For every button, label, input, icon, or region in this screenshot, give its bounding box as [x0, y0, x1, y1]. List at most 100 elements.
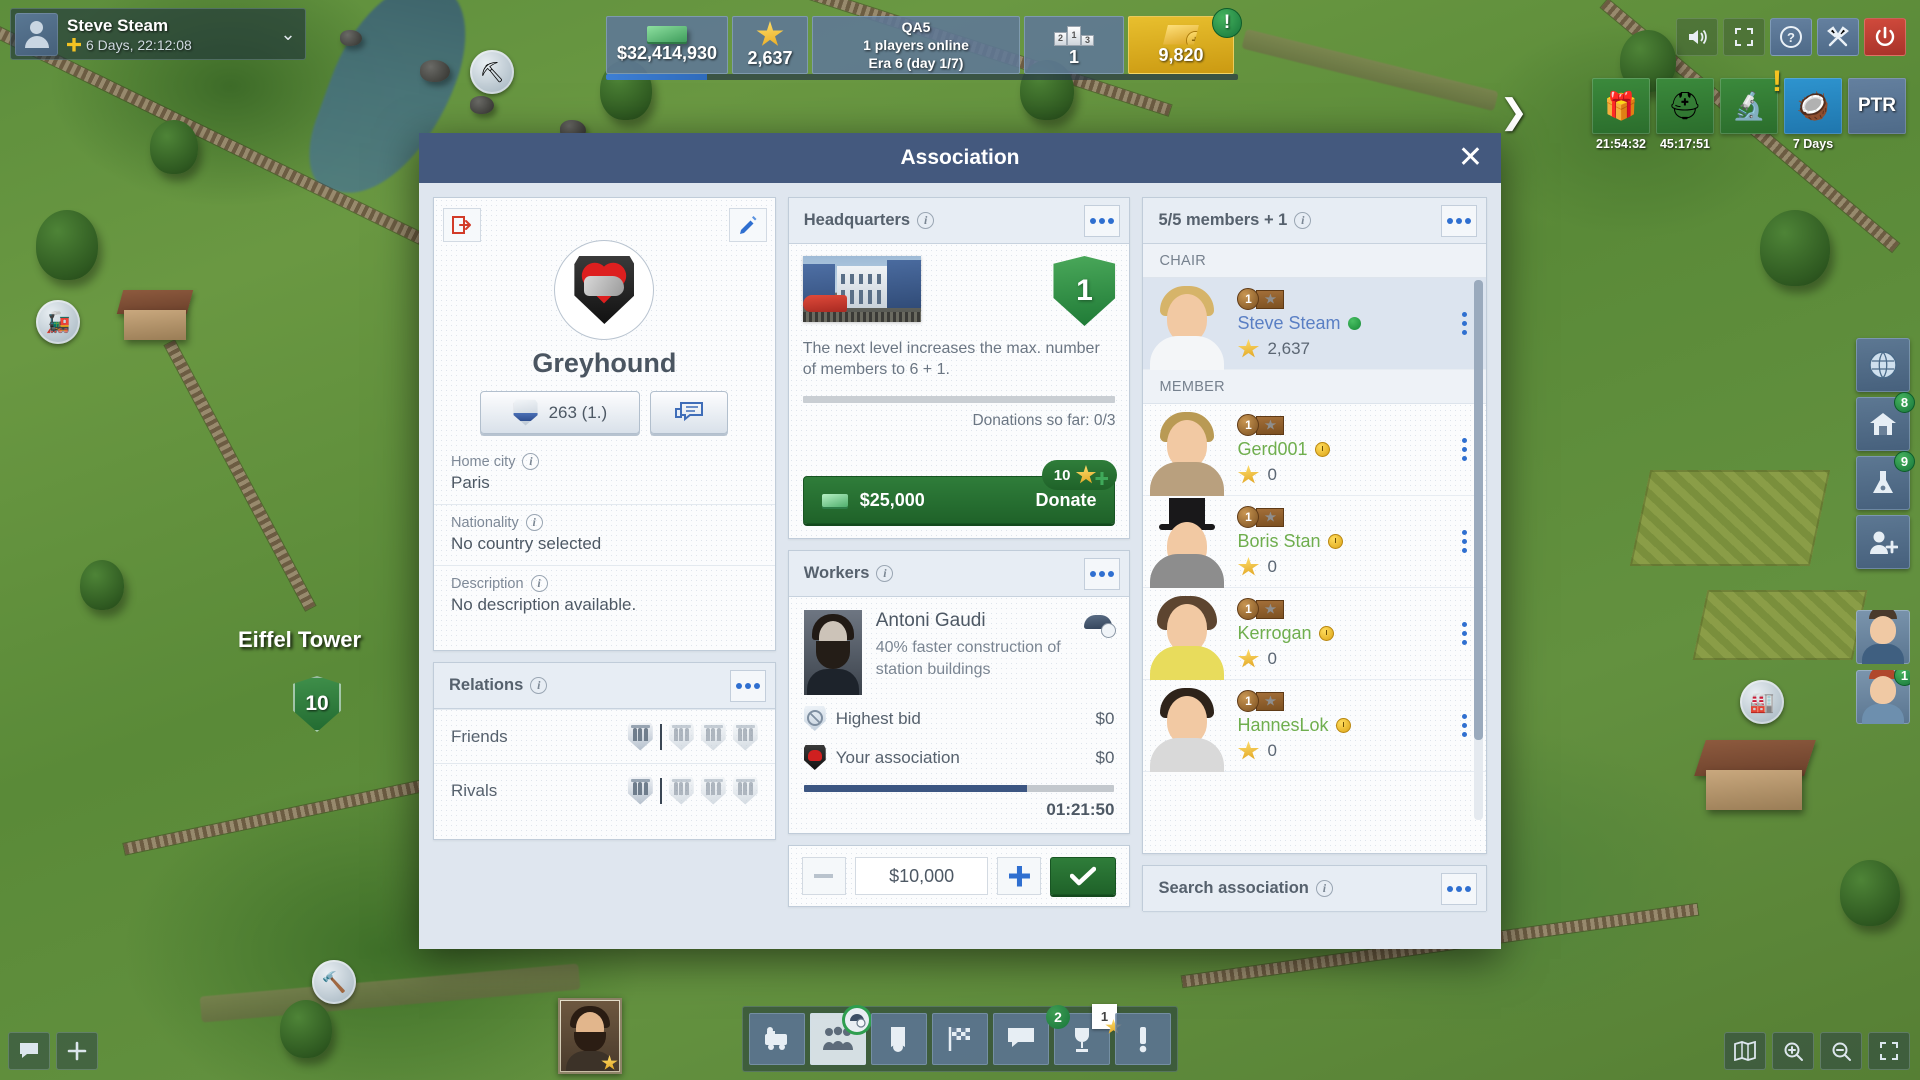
event-ptr[interactable]: PTR: [1848, 78, 1906, 137]
rival-shield-empty[interactable]: [700, 776, 726, 805]
achievements-tab[interactable]: 2 1: [1046, 1004, 1122, 1065]
member-options-icon[interactable]: [1454, 438, 1474, 461]
search-association-options-button[interactable]: [1441, 872, 1477, 905]
table-row[interactable]: 1 HannesLok 0: [1143, 680, 1486, 772]
member-name[interactable]: Gerd001: [1237, 439, 1307, 460]
landmark-level-marker[interactable]: 10: [293, 676, 341, 734]
close-icon[interactable]: ✕: [1458, 143, 1483, 173]
advisor-avatar-1[interactable]: [1856, 610, 1910, 664]
worker-auction-timer: 01:21:50: [1046, 800, 1115, 819]
rank-resource[interactable]: 213 1: [1024, 16, 1124, 74]
info-icon[interactable]: i: [876, 565, 894, 582]
prestige-resource[interactable]: 2,637: [732, 16, 808, 74]
info-icon[interactable]: i: [522, 453, 540, 470]
friend-shield-empty[interactable]: [700, 722, 726, 751]
info-icon[interactable]: i: [917, 212, 935, 229]
collapse-events-arrow-icon[interactable]: ❯: [1500, 92, 1529, 132]
races-tab[interactable]: [932, 1013, 988, 1065]
globe-tool-button[interactable]: [1856, 338, 1910, 392]
info-icon[interactable]: i: [525, 514, 543, 531]
gold-resource[interactable]: + 9,820 !: [1128, 8, 1242, 74]
research-tool-button[interactable]: 9: [1856, 451, 1915, 510]
confirm-bid-button[interactable]: [1050, 857, 1117, 895]
info-icon[interactable]: i: [530, 575, 548, 592]
rival-shield-filled[interactable]: [627, 776, 653, 805]
trains-tab[interactable]: [749, 1013, 805, 1065]
zoom-in-icon[interactable]: [1772, 1032, 1814, 1070]
headquarters-options-button[interactable]: [1084, 204, 1121, 237]
members-list[interactable]: CHAIR 1 Steve Steam 2,637 MEMBER 1 Gerd0…: [1143, 244, 1486, 853]
friend-shield-empty[interactable]: [732, 722, 758, 751]
rival-shield-empty[interactable]: [668, 776, 694, 805]
server-info[interactable]: QA5 1 players online Era 6 (day 1/7): [812, 16, 1020, 74]
member-options-icon[interactable]: [1454, 530, 1474, 553]
zoom-out-icon[interactable]: [1820, 1032, 1862, 1070]
table-row[interactable]: 1 Boris Stan 0: [1143, 496, 1486, 588]
info-icon[interactable]: i: [530, 677, 548, 694]
selected-worker-portrait[interactable]: [558, 998, 622, 1074]
minimap-icon[interactable]: [1724, 1032, 1766, 1070]
fullscreen-map-icon[interactable]: [1868, 1032, 1910, 1070]
chat-tab[interactable]: [993, 1013, 1049, 1065]
friend-shield-filled[interactable]: [627, 722, 653, 751]
money-resource[interactable]: $32,414,930: [606, 16, 728, 74]
workers-options-button[interactable]: [1084, 557, 1121, 590]
check-icon: [1070, 866, 1097, 886]
support-icon[interactable]: ?: [1770, 18, 1812, 56]
association-score-button[interactable]: 263 (1.): [480, 391, 641, 434]
member-options-icon[interactable]: [1454, 622, 1474, 645]
add-icon[interactable]: [56, 1032, 98, 1070]
member-name[interactable]: Kerrogan: [1237, 623, 1311, 644]
player-info-bar[interactable]: Steve Steam 6 Days, 22:12:08 ⌄: [10, 8, 306, 60]
contracts-tab[interactable]: [871, 1013, 927, 1065]
sound-icon[interactable]: [1676, 18, 1718, 56]
table-row[interactable]: 1 Kerrogan 0: [1143, 588, 1486, 680]
member-options-icon[interactable]: [1454, 714, 1474, 737]
worker-details[interactable]: Antoni Gaudi 40% faster construction of …: [789, 597, 1130, 699]
settings-icon[interactable]: [1817, 18, 1859, 56]
event-hard-hat[interactable]: ⛑ 45:17:51: [1656, 78, 1714, 151]
tool-marker-icon[interactable]: 🔨: [312, 960, 356, 1004]
advisor-avatar-2[interactable]: 1: [1856, 670, 1910, 724]
members-options-button[interactable]: [1441, 204, 1477, 237]
member-name[interactable]: Boris Stan: [1237, 531, 1320, 552]
event-gift-box[interactable]: 🎁 21:54:32: [1592, 78, 1650, 151]
increase-bid-button[interactable]: [997, 857, 1042, 895]
member-name[interactable]: Steve Steam: [1237, 313, 1340, 334]
rival-shield-empty[interactable]: [732, 776, 758, 805]
event-research[interactable]: ! 🔬: [1720, 65, 1782, 137]
chat-bubble-icon[interactable]: [8, 1032, 50, 1070]
member-name[interactable]: HannesLok: [1237, 715, 1328, 736]
industry-marker-icon[interactable]: 🏭: [1740, 680, 1784, 724]
members-scrollbar[interactable]: [1474, 280, 1483, 820]
alerts-tab[interactable]: [1115, 1013, 1171, 1065]
bid-input[interactable]: $10,000: [854, 857, 989, 895]
friend-shield-empty[interactable]: [668, 722, 694, 751]
relations-options-button[interactable]: [729, 669, 766, 702]
power-icon[interactable]: [1864, 18, 1906, 56]
add-contact-tool-button[interactable]: [1856, 515, 1910, 569]
gold-alert-badge[interactable]: !: [1212, 8, 1242, 38]
table-row[interactable]: 1 Gerd001 0: [1143, 404, 1486, 496]
research-icon: 🔬: [1720, 78, 1778, 134]
info-icon[interactable]: i: [1294, 212, 1312, 229]
info-icon[interactable]: i: [1315, 880, 1333, 897]
chevron-down-icon[interactable]: ⌄: [275, 24, 301, 45]
tree: [1840, 860, 1900, 926]
association-chat-button[interactable]: [650, 391, 729, 434]
rank-plate-icon: [1256, 289, 1285, 309]
member-options-icon[interactable]: [1454, 312, 1474, 335]
workers-tab[interactable]: [810, 1005, 872, 1065]
event-coconut[interactable]: 🥥 7 Days: [1784, 78, 1842, 151]
fullscreen-icon[interactable]: [1723, 18, 1765, 56]
leave-association-icon[interactable]: [443, 208, 481, 242]
association-profile-card: Greyhound 263 (1.) Home city i Paris Nat…: [433, 197, 776, 651]
edit-pencil-icon[interactable]: [728, 208, 767, 242]
mine-marker-icon[interactable]: ⛏: [470, 50, 514, 94]
table-row[interactable]: 1 Steve Steam 2,637: [1143, 278, 1486, 370]
decrease-bid-button[interactable]: [801, 857, 846, 895]
house-tool-button[interactable]: 8: [1856, 392, 1915, 451]
members-scroll-thumb[interactable]: [1474, 280, 1483, 740]
station-marker-icon[interactable]: 🚂: [36, 300, 80, 344]
player-avatar-icon[interactable]: [15, 12, 58, 56]
